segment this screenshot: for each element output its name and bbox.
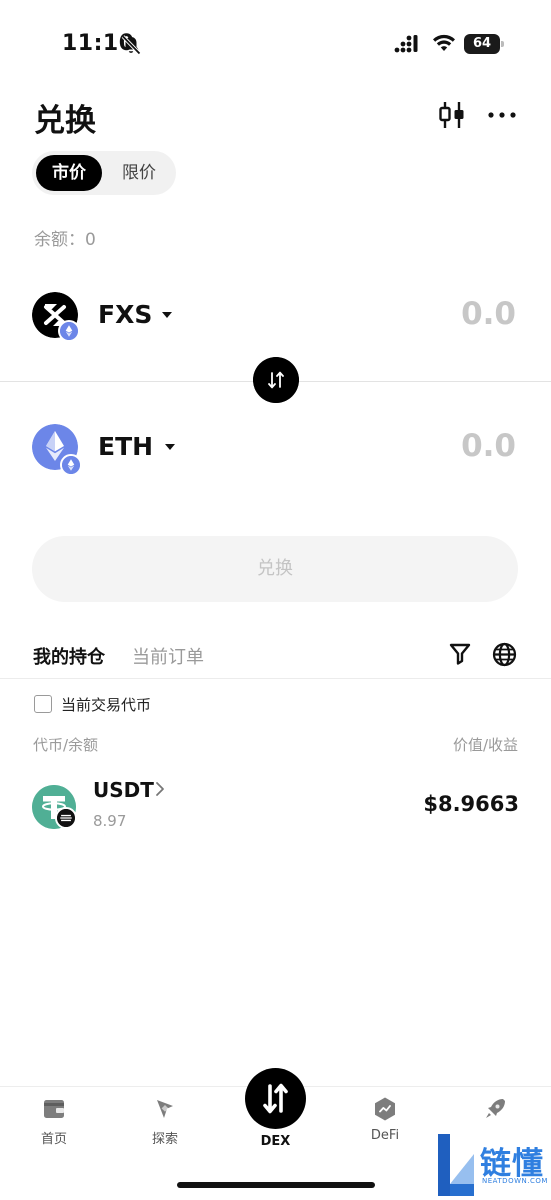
nav-dex-label: DEX xyxy=(260,1134,291,1149)
more-options-icon[interactable] xyxy=(488,104,516,126)
tab-market-order[interactable]: 市价 xyxy=(36,155,102,191)
battery-level: 64 xyxy=(472,36,492,51)
nav-defi[interactable]: DeFi xyxy=(350,1096,420,1156)
wifi-icon xyxy=(433,34,455,51)
column-header-token-balance: 代币/余额 xyxy=(33,736,99,754)
asset-balance: 8.97 xyxy=(93,812,127,830)
balance-label: 余额：0 xyxy=(34,230,96,250)
asset-row-usdt[interactable]: USDT 8.97 $8.9663 xyxy=(32,775,519,835)
from-token-row: FXS 0.0 xyxy=(32,290,522,350)
defi-hexagon-icon xyxy=(375,1097,395,1121)
candlestick-chart-icon[interactable] xyxy=(438,100,466,130)
wallet-icon xyxy=(44,1100,64,1118)
chevron-right-icon xyxy=(156,782,164,796)
asset-value: $8.9663 xyxy=(423,792,519,816)
swap-submit-button[interactable]: 兑换 xyxy=(32,536,518,602)
from-token-symbol[interactable]: FXS xyxy=(98,300,152,329)
network-badge-icon xyxy=(55,807,77,829)
globe-icon[interactable] xyxy=(492,642,517,667)
column-header-value-pnl: 价值/收益 xyxy=(452,736,518,754)
status-bar: 11:10 64 xyxy=(0,0,551,80)
tab-my-holdings[interactable]: 我的持仓 xyxy=(33,643,105,669)
from-token-dropdown-icon[interactable] xyxy=(162,312,172,318)
nav-explore-label: 探索 xyxy=(151,1132,178,1147)
home-indicator xyxy=(177,1182,375,1188)
nav-explore[interactable]: 探索 xyxy=(130,1096,200,1156)
to-token-dropdown-icon[interactable] xyxy=(165,444,175,450)
watermark-domain: NEATDOWN.COM xyxy=(482,1177,548,1185)
swap-arrows-icon xyxy=(263,1083,288,1114)
tab-current-orders[interactable]: 当前订单 xyxy=(132,643,204,669)
current-pair-label: 当前交易代币 xyxy=(61,696,152,714)
nav-home[interactable]: 首页 xyxy=(19,1096,89,1156)
to-amount-input[interactable]: 0.0 xyxy=(461,428,516,464)
watermark-logo: 链懂 NEATDOWN.COM xyxy=(436,1130,548,1198)
filter-icon[interactable] xyxy=(449,642,471,666)
order-type-toggle: 市价 限价 xyxy=(32,151,176,195)
nav-defi-label: DeFi xyxy=(370,1128,400,1143)
compass-icon xyxy=(157,1100,173,1118)
cellular-signal-icon xyxy=(394,35,418,53)
nav-home-label: 首页 xyxy=(40,1132,67,1147)
to-token-row: ETH 0.0 xyxy=(32,422,522,482)
watermark-l-mark-icon xyxy=(438,1134,474,1196)
ethereum-chain-badge-icon xyxy=(60,454,82,476)
nav-dex-button[interactable] xyxy=(245,1068,306,1129)
asset-symbol: USDT xyxy=(93,778,154,802)
to-token-symbol[interactable]: ETH xyxy=(98,432,153,461)
current-pair-checkbox[interactable] xyxy=(34,695,52,713)
battery-tip xyxy=(501,41,504,47)
battery-indicator: 64 xyxy=(464,34,504,54)
page-title: 兑换 xyxy=(34,103,96,139)
rocket-icon xyxy=(486,1099,505,1118)
bell-off-icon xyxy=(121,35,141,55)
holdings-divider xyxy=(0,678,551,679)
ethereum-chain-badge-icon xyxy=(58,320,80,342)
tab-limit-order[interactable]: 限价 xyxy=(106,155,172,191)
swap-direction-button[interactable] xyxy=(253,357,299,403)
from-amount-input[interactable]: 0.0 xyxy=(461,296,516,332)
battery-body: 64 xyxy=(464,34,500,54)
